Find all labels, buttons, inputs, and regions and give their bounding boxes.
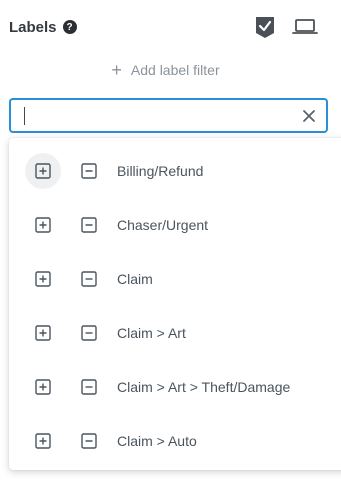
label-option[interactable]: Claim > Auto: [9, 414, 341, 468]
include-label-button[interactable]: [25, 153, 61, 189]
label-option-text: Claim > Art: [117, 325, 186, 341]
label-option[interactable]: Chaser/Urgent: [9, 198, 341, 252]
plus-square-icon: [35, 379, 51, 395]
include-label-button[interactable]: [25, 369, 61, 405]
label-option-text: Claim > Art > Theft/Damage: [117, 379, 291, 395]
plus-square-icon: [35, 163, 51, 179]
minus-square-icon: [81, 379, 97, 395]
include-label-button[interactable]: [25, 315, 61, 351]
text-caret: [24, 107, 25, 125]
label-option-text: Chaser/Urgent: [117, 217, 209, 233]
search-input[interactable]: [11, 100, 292, 131]
label-option-text: Claim > Auto: [117, 433, 197, 449]
laptop-icon[interactable]: [292, 15, 318, 39]
label-option[interactable]: Claim > Art > Theft/Damage: [9, 360, 341, 414]
exclude-label-button[interactable]: [71, 315, 107, 351]
search-box: [9, 98, 328, 133]
labels-title: Labels: [9, 18, 57, 36]
plus-square-icon: [35, 271, 51, 287]
labels-header: Labels ?: [9, 15, 77, 39]
exclude-label-button[interactable]: [71, 153, 107, 189]
minus-square-icon: [81, 433, 97, 449]
plus-square-icon: [35, 433, 51, 449]
minus-square-icon: [81, 163, 97, 179]
badge-check-icon[interactable]: [254, 15, 276, 39]
label-option[interactable]: Billing/Refund: [9, 144, 341, 198]
include-label-button[interactable]: [25, 207, 61, 243]
plus-square-icon: [35, 217, 51, 233]
add-label-filter-button[interactable]: + Add label filter: [0, 59, 341, 81]
exclude-label-button[interactable]: [71, 261, 107, 297]
minus-square-icon: [81, 217, 97, 233]
question-circle-icon[interactable]: ?: [62, 20, 77, 34]
exclude-label-button[interactable]: [71, 423, 107, 459]
include-label-button[interactable]: [25, 261, 61, 297]
exclude-label-button[interactable]: [71, 369, 107, 405]
label-options-dropdown: Billing/Refund Chaser/Urgent Claim Claim…: [9, 138, 341, 470]
label-option[interactable]: Claim > Art: [9, 306, 341, 360]
header-actions: [254, 15, 318, 39]
minus-square-icon: [81, 325, 97, 341]
plus-icon: +: [111, 60, 122, 80]
minus-square-icon: [81, 271, 97, 287]
add-label-filter-label: Add label filter: [130, 62, 220, 78]
close-icon: [303, 109, 315, 122]
label-option[interactable]: Claim: [9, 252, 341, 306]
plus-square-icon: [35, 325, 51, 341]
clear-search-button[interactable]: [292, 100, 326, 131]
exclude-label-button[interactable]: [71, 207, 107, 243]
include-label-button[interactable]: [25, 423, 61, 459]
label-option-text: Claim: [117, 271, 153, 287]
labels-panel: Labels ? + Add label filter Billing/Refu…: [0, 0, 341, 481]
label-option-text: Billing/Refund: [117, 163, 204, 179]
